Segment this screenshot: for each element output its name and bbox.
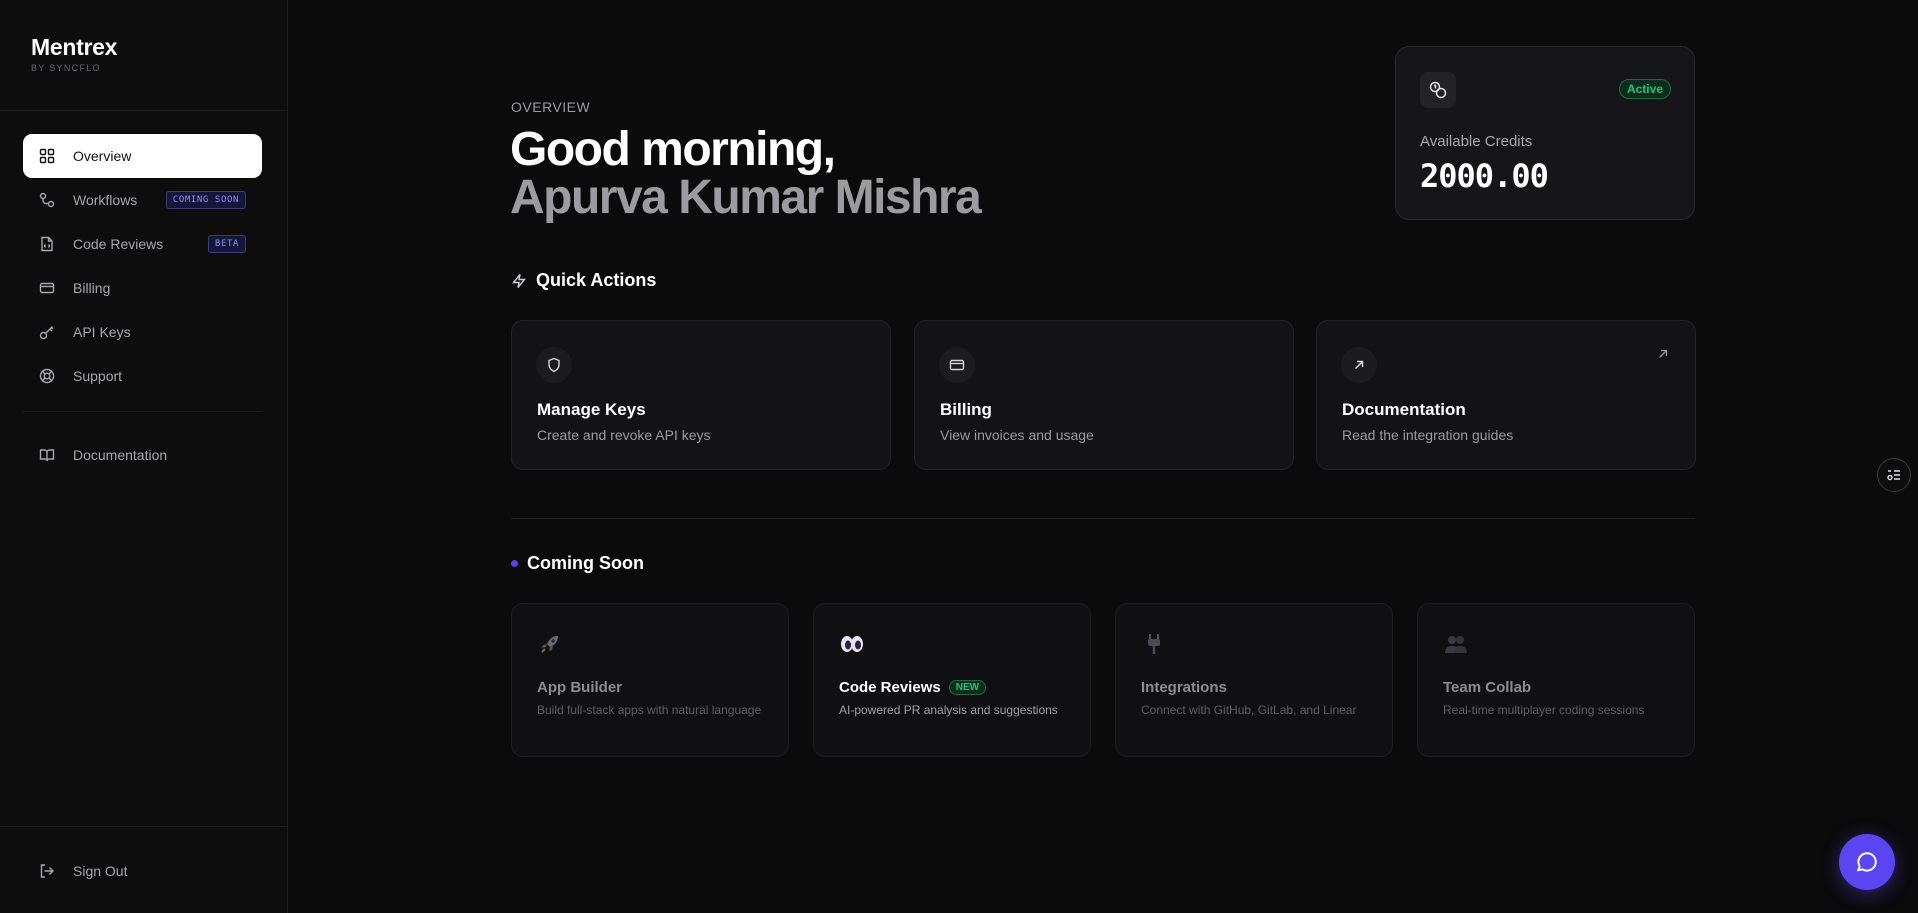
coins-icon <box>1420 72 1456 108</box>
status-badge: Active <box>1618 79 1671 99</box>
card-title: App Builder <box>537 679 622 696</box>
signout-wrap: Sign Out <box>23 849 262 893</box>
sidebar-item-workflows[interactable]: Workflows COMING SOON <box>23 178 262 222</box>
credits-card: Active Available Credits 2000.00 <box>1395 46 1695 220</box>
brand-sub: BY SYNCFLO <box>31 63 101 73</box>
section-divider <box>511 518 1695 519</box>
coming-soon-app-builder: App Builder Build full-stack apps with n… <box>511 603 789 757</box>
card-desc: Read the integration guides <box>1342 427 1514 443</box>
sidebar-item-label: Code Reviews <box>73 236 164 252</box>
panel-toggle-button[interactable] <box>1877 458 1911 492</box>
chat-button[interactable] <box>1839 834 1895 890</box>
new-badge: NEW <box>948 680 987 695</box>
card-desc: Real-time multiplayer coding sessions <box>1443 703 1645 717</box>
key-icon <box>39 324 55 340</box>
coming-soon-title: Coming Soon <box>511 553 644 574</box>
nav-divider <box>23 411 262 412</box>
sidebar-item-support[interactable]: Support <box>23 354 262 398</box>
sidebar-item-overview[interactable]: Overview <box>23 134 262 178</box>
arrow-up-right-icon <box>1341 347 1377 383</box>
greeting: Good morning, <box>510 123 836 176</box>
card-title: Manage Keys <box>537 400 646 419</box>
grid-icon <box>39 148 55 164</box>
sidebar-item-label: Overview <box>73 148 132 164</box>
sidebar-item-label: Support <box>73 368 123 384</box>
quick-action-documentation[interactable]: Documentation Read the integration guide… <box>1316 320 1696 470</box>
card-desc: Connect with GitHub, GitLab, and Linear <box>1141 703 1357 717</box>
beta-badge: BETA <box>207 235 246 253</box>
credit-card-icon <box>939 347 975 383</box>
sidebar-item-label: Workflows <box>73 192 138 208</box>
people-icon <box>1443 631 1469 657</box>
card-title: Billing <box>940 400 992 419</box>
card-desc: Build full-stack apps with natural langu… <box>537 703 762 717</box>
card-desc: AI-powered PR analysis and suggestions <box>839 703 1058 717</box>
coming-soon-team-collab: Team Collab Real-time multiplayer coding… <box>1417 603 1695 757</box>
dot-icon <box>511 560 518 567</box>
sidebar-item-code-reviews[interactable]: Code Reviews BETA <box>23 222 262 266</box>
workflow-icon <box>39 192 55 208</box>
credit-card-icon <box>39 280 55 296</box>
sign-out-label: Sign Out <box>73 863 128 879</box>
user-name: Apurva Kumar Mishra <box>510 171 982 224</box>
card-desc: View invoices and usage <box>940 427 1094 443</box>
credits-value: 2000.00 <box>1420 157 1549 195</box>
sidebar: Mentrex BY SYNCFLO Overview Workflows CO… <box>0 0 288 913</box>
rocket-icon <box>537 631 563 657</box>
sidebar-item-label: API Keys <box>73 324 131 340</box>
logout-icon <box>39 863 55 879</box>
sign-out-button[interactable]: Sign Out <box>23 849 262 893</box>
card-title: Team Collab <box>1443 679 1532 696</box>
card-title-row: Code Reviews NEW <box>839 679 987 696</box>
card-title: Integrations <box>1141 679 1227 696</box>
sidebar-nav: Overview Workflows COMING SOON Code Revi… <box>23 134 262 477</box>
coming-soon-label: Coming Soon <box>527 553 644 573</box>
coming-soon-integrations: Integrations Connect with GitHub, GitLab… <box>1115 603 1393 757</box>
coming-soon-code-reviews: Code Reviews NEW AI-powered PR analysis … <box>813 603 1091 757</box>
card-title: Documentation <box>1342 400 1466 419</box>
shield-icon <box>536 347 572 383</box>
settings-list-icon <box>1886 467 1902 483</box>
file-code-icon <box>39 236 55 252</box>
credits-label: Available Credits <box>1420 133 1533 150</box>
sidebar-item-documentation[interactable]: Documentation <box>23 433 262 477</box>
quick-action-billing[interactable]: Billing View invoices and usage <box>914 320 1294 470</box>
external-link-icon <box>1657 347 1669 359</box>
lifebuoy-icon <box>39 368 55 384</box>
quick-action-manage-keys[interactable]: Manage Keys Create and revoke API keys <box>511 320 891 470</box>
brand-name: Mentrex <box>31 34 118 60</box>
chat-bubble-icon <box>1854 849 1880 875</box>
plug-icon <box>1141 631 1167 657</box>
sidebar-item-label: Billing <box>73 280 111 296</box>
card-desc: Create and revoke API keys <box>537 427 711 443</box>
sidebar-item-label: Documentation <box>73 447 168 463</box>
sidebar-item-billing[interactable]: Billing <box>23 266 262 310</box>
eyes-icon <box>839 631 865 657</box>
sidebar-item-api-keys[interactable]: API Keys <box>23 310 262 354</box>
sidebar-divider <box>0 110 288 111</box>
page-eyebrow: OVERVIEW <box>511 99 591 115</box>
quick-actions-label: Quick Actions <box>536 270 657 290</box>
coming-soon-badge: COMING SOON <box>165 191 246 209</box>
book-icon <box>39 447 55 463</box>
bolt-icon <box>511 273 527 289</box>
quick-actions-title: Quick Actions <box>511 270 656 291</box>
sidebar-divider <box>0 826 288 827</box>
card-title: Code Reviews <box>839 679 941 696</box>
brand[interactable]: Mentrex BY SYNCFLO <box>31 34 117 73</box>
